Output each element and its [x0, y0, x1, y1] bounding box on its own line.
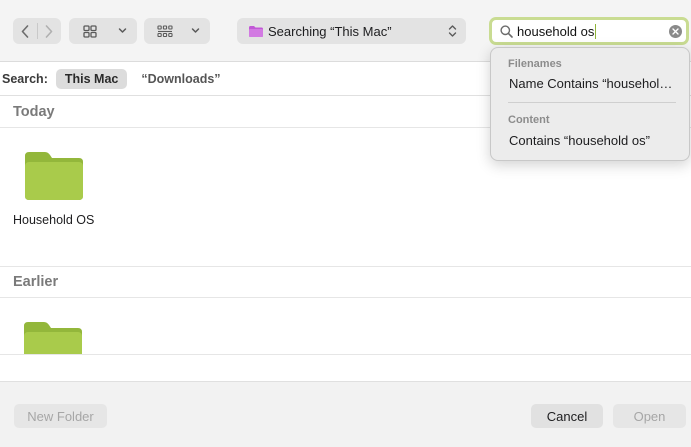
folder-icon	[24, 322, 82, 354]
location-popup[interactable]: Searching “This Mac”	[237, 18, 466, 44]
content-header: Content	[508, 114, 550, 126]
group-grid-icon	[157, 24, 173, 37]
view-mode-button[interactable]	[69, 18, 137, 44]
open-button[interactable]: Open	[613, 404, 686, 428]
search-field[interactable]: household os	[489, 17, 689, 45]
chevron-left-icon	[21, 24, 29, 38]
smart-folder-icon	[249, 25, 263, 37]
filenames-header: Filenames	[508, 58, 562, 70]
icon-grid-icon	[83, 24, 97, 38]
location-label: Searching “This Mac”	[268, 23, 392, 39]
list-footer-spacer	[0, 354, 691, 381]
close-icon	[672, 28, 679, 35]
new-folder-button[interactable]: New Folder	[14, 404, 107, 428]
section-earlier-header: Earlier	[0, 266, 691, 298]
back-button[interactable]	[13, 18, 37, 44]
suggestion-name-contains[interactable]: Name Contains “household os”	[509, 76, 677, 91]
file-item-earlier[interactable]	[22, 316, 86, 354]
file-item-label: Household OS	[13, 213, 95, 227]
search-suggestions-menu: Filenames Name Contains “household os” C…	[490, 47, 690, 161]
dialog-footer: New Folder Cancel Open	[0, 381, 691, 447]
open-dialog: Searching “This Mac” household os Search…	[0, 0, 691, 447]
forward-button[interactable]	[38, 18, 62, 44]
chevron-down-icon	[118, 28, 127, 33]
updown-chevron-icon	[448, 25, 457, 37]
chevron-down-icon	[191, 28, 200, 33]
scope-this-mac[interactable]: This Mac	[55, 69, 128, 89]
search-input[interactable]: household os	[517, 24, 594, 39]
chevron-right-icon	[45, 24, 53, 38]
cancel-button[interactable]: Cancel	[531, 404, 603, 428]
scope-downloads[interactable]: “Downloads”	[141, 72, 220, 86]
group-by-button[interactable]	[144, 18, 210, 44]
menu-separator	[508, 102, 676, 103]
text-caret	[595, 23, 597, 39]
scope-label: Search:	[2, 72, 48, 86]
clear-search-button[interactable]	[669, 25, 682, 38]
folder-icon	[25, 152, 83, 200]
search-icon	[500, 24, 513, 38]
suggestion-content-contains[interactable]: Contains “household os”	[509, 133, 677, 148]
nav-buttons	[13, 18, 61, 44]
